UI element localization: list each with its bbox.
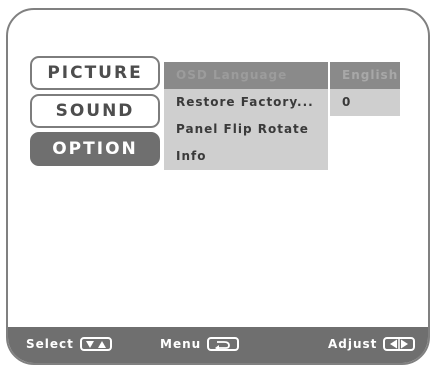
select-hint: Select <box>26 337 112 351</box>
osd-screen: PICTURE SOUND OPTION OSD Language Restor… <box>6 8 430 365</box>
menu-item-osd-language[interactable]: OSD Language <box>164 62 328 89</box>
left-right-arrows-icon <box>383 337 416 351</box>
tab-option[interactable]: OPTION <box>30 132 160 166</box>
option-menu: OSD Language Restore Factory... Panel Fl… <box>164 62 328 170</box>
value-column: English 0 <box>330 62 400 116</box>
tab-sound[interactable]: SOUND <box>30 94 160 128</box>
return-arrow-icon <box>207 337 240 351</box>
select-label: Select <box>26 337 74 351</box>
tab-picture[interactable]: PICTURE <box>30 56 160 90</box>
menu-item-info[interactable]: Info <box>164 143 328 170</box>
osd-language-value[interactable]: English <box>330 62 400 89</box>
hint-bar: Select Menu Adjust <box>8 327 428 363</box>
menu-item-restore-factory[interactable]: Restore Factory... <box>164 89 328 116</box>
down-up-arrows-icon <box>79 337 112 351</box>
menu-label: Menu <box>160 337 202 351</box>
menu-hint: Menu <box>160 337 240 351</box>
adjust-label: Adjust <box>328 337 378 351</box>
menu-item-panel-flip-rotate[interactable]: Panel Flip Rotate <box>164 116 328 143</box>
adjust-hint: Adjust <box>328 337 416 351</box>
restore-factory-value[interactable]: 0 <box>330 89 400 116</box>
